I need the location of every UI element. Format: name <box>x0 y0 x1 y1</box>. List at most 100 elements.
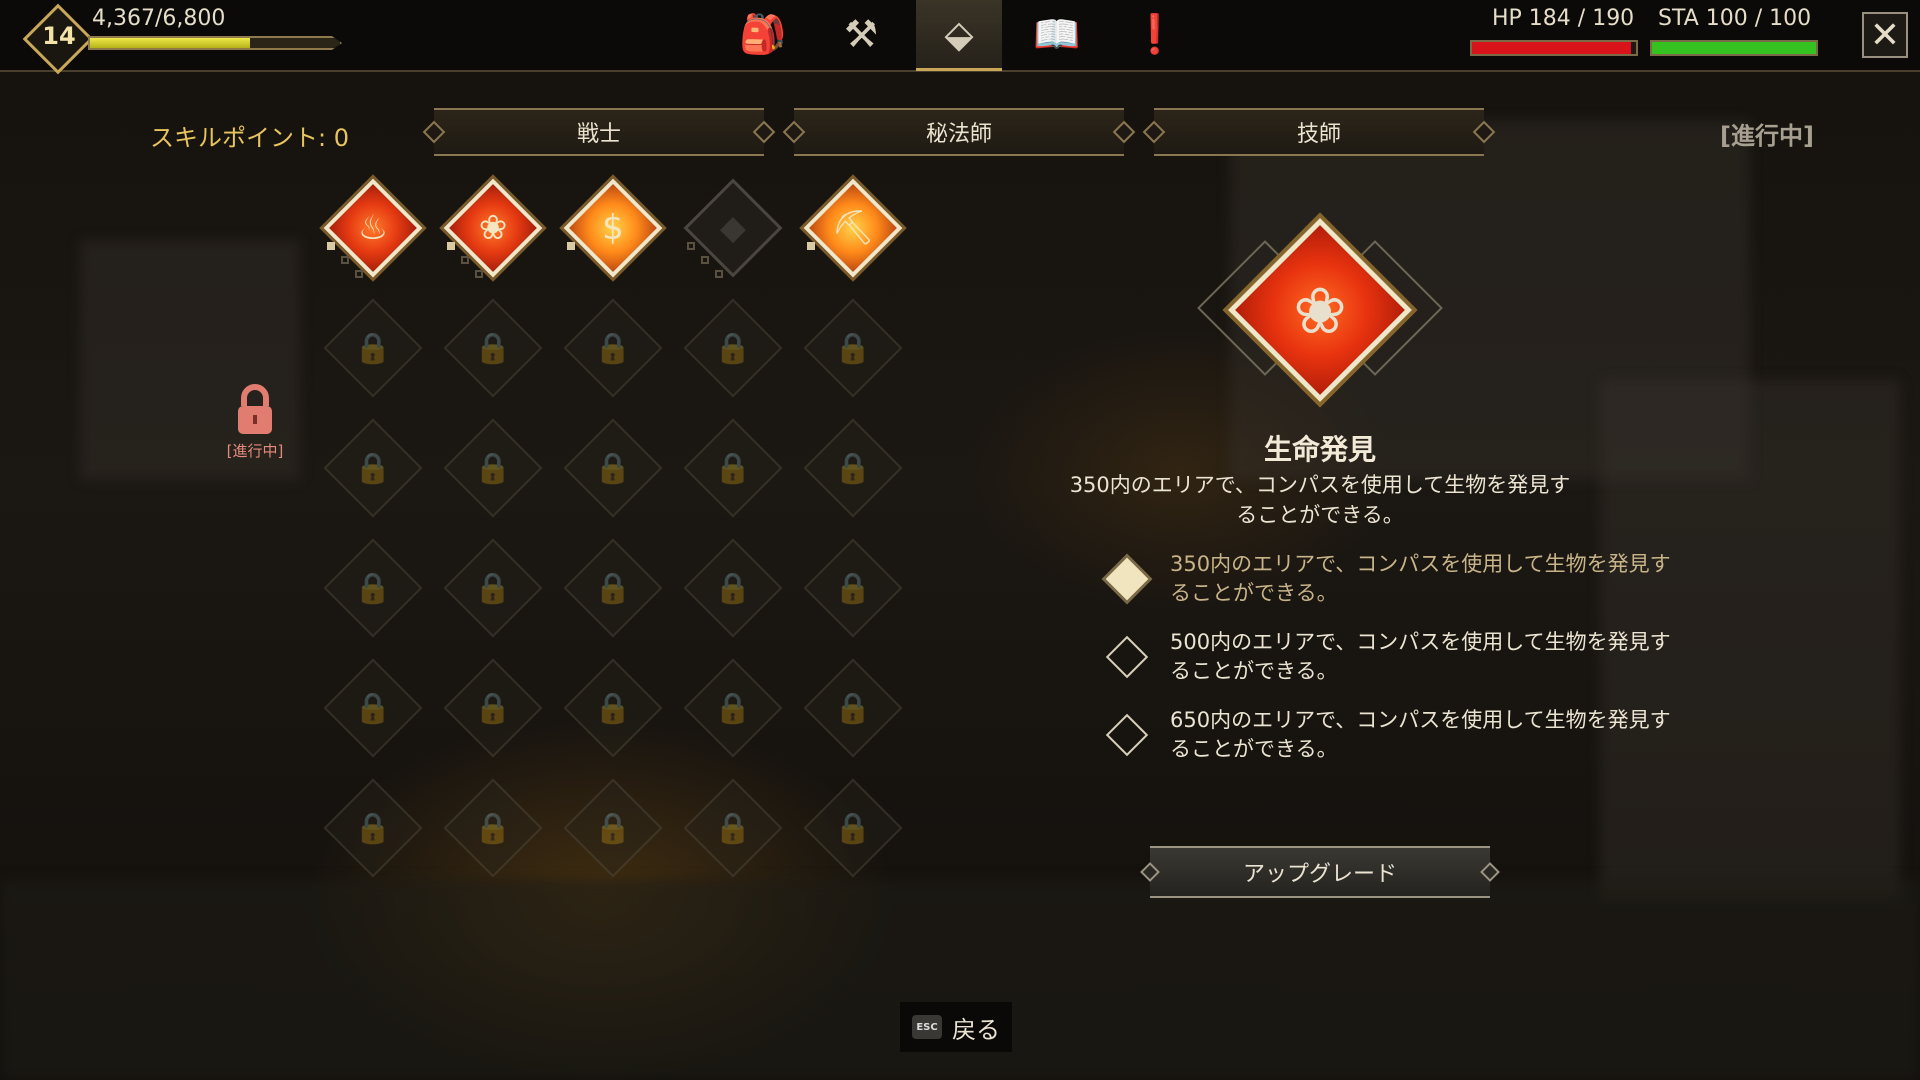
sta-text: STA 100 / 100 <box>1658 6 1812 31</box>
skill-title: 生命発見 <box>1263 433 1376 466</box>
tab-journal[interactable]: 📖 <box>1014 0 1100 68</box>
back-button[interactable]: ESC 戻る <box>900 1002 1012 1052</box>
locked-skill-slot[interactable]: 🔒 <box>683 418 783 518</box>
tab-quests[interactable]: ❗ <box>1112 0 1198 68</box>
level-number: 14 <box>42 22 76 50</box>
lock-icon: 🔒 <box>354 570 392 606</box>
sta-bar-fill <box>1652 42 1816 54</box>
skill-level-pip <box>715 270 723 278</box>
skill-tier-1: 350内のエリアで、コンパスを使用して生物を発見することができる。 <box>1100 550 1671 620</box>
upgrade-button[interactable]: アップグレード <box>1150 846 1490 898</box>
locked-skill-slot[interactable]: 🔒 <box>563 298 663 398</box>
skill-level-pip <box>461 256 469 264</box>
skill-level-pip <box>475 270 483 278</box>
skill-description: 350内のエリアで、コンパスを使用して生物を発見することができる。 <box>1069 473 1571 527</box>
skill-level-pip <box>807 242 815 250</box>
locked-skill-slot[interactable]: 🔒 <box>443 658 543 758</box>
hp-bar <box>1470 40 1638 56</box>
lock-icon: 🔒 <box>834 450 872 486</box>
locked-skill-slot[interactable]: 🔒 <box>443 778 543 878</box>
locked-skill-slot[interactable]: 🔒 <box>323 778 423 878</box>
sta-bar <box>1650 40 1818 56</box>
tab-inventory[interactable]: 🎒 <box>720 0 806 68</box>
close-icon: ✕ <box>1869 14 1901 56</box>
locked-skill-slot[interactable]: 🔒 <box>803 778 903 878</box>
tree-lock-label: [進行中] <box>226 442 284 460</box>
lock-icon: 🔒 <box>834 330 872 366</box>
lock-icon: 🔒 <box>594 570 632 606</box>
skill-level-pip <box>701 256 709 264</box>
locked-skill-slot[interactable]: 🔒 <box>683 778 783 878</box>
locked-skill-slot[interactable]: 🔒 <box>683 298 783 398</box>
skill-level-pip <box>447 242 455 250</box>
skill-level-pip <box>567 242 575 250</box>
lock-icon: 🔒 <box>474 330 512 366</box>
skill-locked-dark-icon: ◆ <box>719 208 747 248</box>
tab-warrior[interactable]: 戦士 <box>434 108 764 156</box>
lock-icon: 🔒 <box>594 330 632 366</box>
skill-level-pip <box>687 242 695 250</box>
lock-icon: 🔒 <box>474 570 512 606</box>
lock-icon: 🔒 <box>714 810 752 846</box>
tree-status: [進行中] <box>1720 122 1814 150</box>
locked-skill-slot[interactable]: 🔒 <box>443 298 543 398</box>
skill-pickaxe-icon: ⛏ <box>831 208 875 248</box>
skill-level-pip <box>341 256 349 264</box>
lock-icon: 🔒 <box>354 810 392 846</box>
skill-pickaxe[interactable]: ⛏ <box>803 178 903 278</box>
xp-bar <box>88 36 342 50</box>
locked-skill-slot[interactable]: 🔒 <box>803 538 903 638</box>
xp-bar-fill <box>90 38 251 48</box>
skill-fire-mask[interactable]: ♨ <box>323 178 423 278</box>
tier-text: 350内のエリアで、コンパスを使用して生物を発見することができる。 <box>1170 552 1671 605</box>
lock-icon: 🔒 <box>474 690 512 726</box>
skill-life-discovery-icon: ❀ <box>478 208 508 248</box>
backpack-icon: 🎒 <box>739 12 787 56</box>
tier-text: 500内のエリアで、コンパスを使用して生物を発見することができる。 <box>1170 630 1671 683</box>
skill-tier-2: 500内のエリアで、コンパスを使用して生物を発見することができる。 <box>1100 628 1671 698</box>
tab-technician[interactable]: 技師 <box>1154 108 1484 156</box>
locked-skill-slot[interactable]: 🔒 <box>323 418 423 518</box>
skill-money[interactable]: $ <box>563 178 663 278</box>
lock-icon: 🔒 <box>474 810 512 846</box>
life-discovery-icon: ❀ <box>1293 275 1347 349</box>
locked-skill-slot[interactable]: 🔒 <box>683 658 783 758</box>
lock-icon: 🔒 <box>594 450 632 486</box>
hp-text: HP 184 / 190 <box>1492 6 1635 31</box>
lock-icon: 🔒 <box>354 450 392 486</box>
esc-key-icon: ESC <box>912 1015 942 1039</box>
lock-icon: 🔒 <box>354 690 392 726</box>
locked-skill-slot[interactable]: 🔒 <box>563 658 663 758</box>
alert-icon: ❗ <box>1131 12 1179 56</box>
skill-level-pip <box>327 242 335 250</box>
skill-tier-3: 650内のエリアで、コンパスを使用して生物を発見することができる。 <box>1100 706 1671 776</box>
tree-lock-icon <box>234 384 276 440</box>
locked-skill-slot[interactable]: 🔒 <box>803 298 903 398</box>
skill-tree-icon: ⬙ <box>944 12 974 56</box>
tab-skills[interactable]: ⬙ <box>916 0 1002 71</box>
lock-icon: 🔒 <box>714 330 752 366</box>
tab-arcanist[interactable]: 秘法師 <box>794 108 1124 156</box>
locked-skill-slot[interactable]: 🔒 <box>803 658 903 758</box>
locked-skill-slot[interactable]: 🔒 <box>443 418 543 518</box>
lock-icon: 🔒 <box>834 570 872 606</box>
locked-skill-slot[interactable]: 🔒 <box>563 538 663 638</box>
lock-icon: 🔒 <box>714 690 752 726</box>
tab-crafting[interactable]: ⚒ <box>818 0 904 68</box>
locked-skill-slot[interactable]: 🔒 <box>563 778 663 878</box>
locked-skill-slot[interactable]: 🔒 <box>683 538 783 638</box>
locked-skill-slot[interactable]: 🔒 <box>323 658 423 758</box>
lock-icon: 🔒 <box>834 810 872 846</box>
locked-skill-slot[interactable]: 🔒 <box>443 538 543 638</box>
locked-skill-slot[interactable]: 🔒 <box>563 418 663 518</box>
locked-skill-slot[interactable]: 🔒 <box>803 418 903 518</box>
close-button[interactable]: ✕ <box>1862 12 1908 58</box>
locked-skill-slot[interactable]: 🔒 <box>323 298 423 398</box>
skill-locked-dark[interactable]: ◆ <box>683 178 783 278</box>
hp-bar-fill <box>1472 42 1631 54</box>
skill-money-icon: $ <box>602 208 624 248</box>
skill-life-discovery[interactable]: ❀ <box>443 178 543 278</box>
tier-text: 650内のエリアで、コンパスを使用して生物を発見することができる。 <box>1170 708 1671 761</box>
lock-icon: 🔒 <box>354 330 392 366</box>
locked-skill-slot[interactable]: 🔒 <box>323 538 423 638</box>
